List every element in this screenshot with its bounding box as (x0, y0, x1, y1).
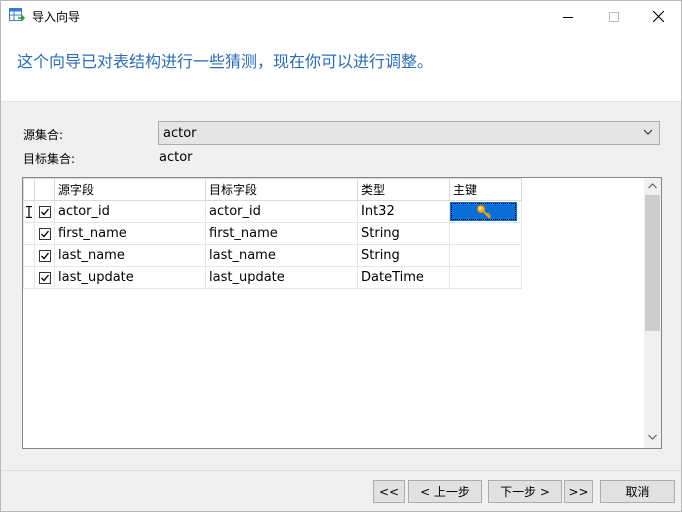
primary-key-cell[interactable] (449, 244, 522, 267)
close-button[interactable] (635, 1, 681, 32)
include-checkbox[interactable] (38, 271, 51, 284)
chevron-down-icon (643, 129, 653, 135)
minimize-button[interactable] (545, 1, 591, 32)
target-field-header[interactable]: 目标字段 (205, 178, 358, 201)
target-field-cell[interactable]: last_name (205, 244, 358, 267)
target-field-cell[interactable]: actor_id (205, 200, 358, 223)
scrollbar-thumb[interactable] (645, 195, 660, 331)
button-bar: << < 上一步 下一步 > >> 取消 (1, 471, 681, 511)
table-row[interactable]: first_name first_name String (23, 222, 522, 245)
previous-step-button[interactable]: < 上一步 (408, 480, 482, 503)
type-cell[interactable]: DateTime (357, 266, 450, 289)
row-indicator-header (23, 178, 35, 201)
table-row[interactable]: actor_id actor_id Int32 (23, 200, 522, 223)
include-cell (34, 222, 55, 245)
close-icon (652, 11, 664, 22)
window-title: 导入向导 (32, 10, 81, 24)
include-header (34, 178, 55, 201)
target-field-cell[interactable]: last_update (205, 266, 358, 289)
primary-key-cell[interactable] (449, 200, 522, 223)
type-cell[interactable]: String (357, 244, 450, 267)
primary-key-header[interactable]: 主键 (449, 178, 522, 201)
source-field-cell[interactable]: last_name (54, 244, 206, 267)
include-cell (34, 244, 55, 267)
source-field-cell[interactable]: last_update (54, 266, 206, 289)
source-field-header[interactable]: 源字段 (54, 178, 206, 201)
field-mapping-grid: 源字段 目标字段 类型 主键 actor_id actor_id Int32 firs… (22, 177, 662, 449)
first-step-button[interactable]: << (373, 480, 405, 503)
import-wizard-window: 导入向导 这个向导已对表结构进行一些猜测，现在你可以进行调整。 源集合: act… (0, 0, 682, 512)
wizard-heading: 这个向导已对表结构进行一些猜测，现在你可以进行调整。 (17, 52, 434, 71)
include-checkbox[interactable] (38, 227, 51, 240)
primary-key-cell[interactable] (449, 266, 522, 289)
primary-key-selected[interactable] (450, 202, 517, 221)
row-indicator (23, 244, 35, 267)
table-row[interactable]: last_update last_update DateTime (23, 266, 522, 289)
type-header[interactable]: 类型 (357, 178, 450, 201)
scroll-down-icon[interactable] (648, 434, 657, 440)
row-indicator (23, 200, 35, 223)
next-step-button[interactable]: 下一步 > (488, 480, 562, 503)
table-row[interactable]: last_name last_name String (23, 244, 522, 267)
table-header-row: 源字段 目标字段 类型 主键 (23, 178, 522, 201)
primary-key-cell[interactable] (449, 222, 522, 245)
type-cell[interactable]: String (357, 222, 450, 245)
maximize-icon (609, 11, 619, 22)
import-table-icon (9, 8, 26, 24)
source-field-cell[interactable]: actor_id (54, 200, 206, 223)
row-indicator (23, 266, 35, 289)
cancel-button[interactable]: 取消 (600, 480, 675, 503)
source-collection-value: actor (163, 126, 197, 141)
target-collection-value: actor (159, 150, 193, 165)
minimize-icon (563, 16, 573, 18)
field-mapping-table: 源字段 目标字段 类型 主键 actor_id actor_id Int32 firs… (23, 178, 522, 289)
scroll-up-icon[interactable] (648, 183, 657, 189)
type-cell[interactable]: Int32 (357, 200, 450, 223)
vertical-scrollbar[interactable] (644, 178, 661, 448)
source-field-cell[interactable]: first_name (54, 222, 206, 245)
include-checkbox[interactable] (38, 249, 51, 262)
target-collection-label: 目标集合: (23, 152, 76, 166)
target-field-cell[interactable]: first_name (205, 222, 358, 245)
maximize-button[interactable] (591, 1, 637, 32)
include-checkbox[interactable] (38, 205, 51, 218)
source-collection-label: 源集合: (23, 128, 64, 142)
source-collection-select[interactable]: actor (158, 121, 660, 145)
title-bar: 导入向导 (1, 1, 681, 32)
include-cell (34, 266, 55, 289)
row-indicator (23, 222, 35, 245)
include-cell (34, 200, 55, 223)
last-step-button[interactable]: >> (564, 480, 593, 503)
